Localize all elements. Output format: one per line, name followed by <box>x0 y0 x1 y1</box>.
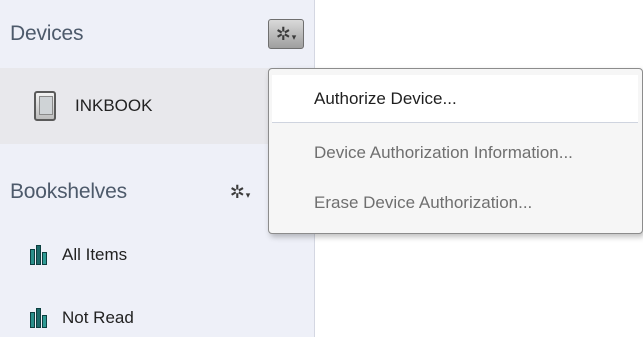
menu-item-device-authorization-information[interactable]: Device Authorization Information... <box>272 129 638 177</box>
bookshelves-section-title: Bookshelves <box>10 180 127 203</box>
books-icon <box>30 308 48 328</box>
device-label: INKBOOK <box>75 96 153 115</box>
shelf-label: All Items <box>62 245 128 264</box>
books-icon <box>30 245 48 265</box>
gear-icon: ✲ <box>229 182 245 202</box>
sidebar-item-not-read[interactable]: Not Read <box>0 298 315 337</box>
device-options-menu: Authorize Device... Device Authorization… <box>268 68 643 234</box>
ereader-device-icon <box>34 91 56 121</box>
gear-icon: ✲ <box>275 24 291 44</box>
chevron-down-icon: ▾ <box>291 31 297 42</box>
devices-section-title: Devices <box>10 22 84 45</box>
menu-item-erase-device-authorization[interactable]: Erase Device Authorization... <box>272 179 638 227</box>
sidebar-item-all-items[interactable]: All Items <box>0 235 315 275</box>
shelf-label: Not Read <box>62 308 134 327</box>
bookshelves-gear-button[interactable]: ✲ ▾ <box>222 177 258 207</box>
menu-item-authorize-device[interactable]: Authorize Device... <box>272 75 638 123</box>
devices-gear-button[interactable]: ✲ ▾ <box>268 19 304 49</box>
chevron-down-icon: ▾ <box>245 189 251 200</box>
